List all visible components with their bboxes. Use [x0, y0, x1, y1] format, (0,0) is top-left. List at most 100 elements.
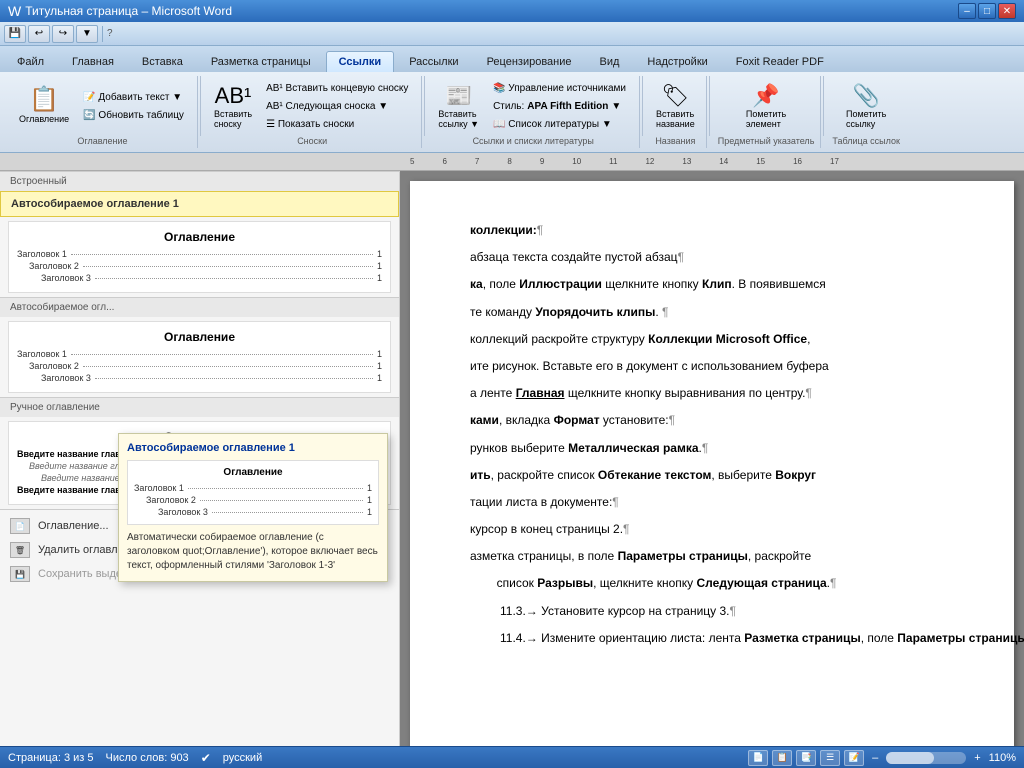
mark-entry-button[interactable]: 📌 Пометитьэлемент — [741, 80, 791, 132]
toc-label: Оглавление — [19, 114, 69, 124]
toc-settings-icon: 📄 — [10, 518, 30, 534]
auto-toc-2-title: Оглавление — [17, 330, 382, 344]
zoom-out-btn[interactable]: – — [872, 752, 878, 764]
mark-entry-icon: 📌 — [752, 83, 779, 109]
toc-entry-a2: Заголовок 2 1 — [17, 360, 382, 372]
entry-text: Заголовок 1 — [17, 249, 67, 259]
toc-entry-a1: Заголовок 1 1 — [17, 348, 382, 360]
redo-button[interactable]: ↪ — [52, 25, 74, 43]
minimize-button[interactable]: – — [958, 3, 976, 19]
separator3 — [642, 76, 643, 136]
show-footnotes-button[interactable]: ☰ Показать сноски — [259, 116, 415, 133]
next-footnote-button[interactable]: AB¹ Следующая сноска ▼ — [259, 98, 415, 115]
web-layout-btn[interactable]: 📑 — [796, 750, 816, 766]
restore-button[interactable]: □ — [978, 3, 996, 19]
dots — [188, 488, 363, 489]
style-selector[interactable]: Стиль: APA Fifth Edition ▼ — [486, 98, 633, 115]
mark-citation-button[interactable]: 📎 Пометитьссылку — [841, 80, 891, 132]
page-info: Страница: 3 из 5 — [8, 752, 94, 764]
title-bar-left: W Титульная страница – Microsoft Word — [8, 3, 232, 19]
insert-citation-button[interactable]: 📰 Вставитьссылку ▼ — [433, 80, 484, 132]
group-index: 📌 Пометитьэлемент Предметный указатель — [712, 76, 822, 148]
auto-toc-2-preview[interactable]: Оглавление Заголовок 1 1 Заголовок 2 1 З… — [8, 321, 391, 393]
auto-toc-1-header[interactable]: Автособираемое оглавление 1 — [0, 191, 399, 217]
tab-foxit[interactable]: Foxit Reader PDF — [723, 51, 837, 72]
entry-page: 1 — [377, 361, 382, 371]
insert-caption-button[interactable]: 🏷 Вставитьназвание — [651, 80, 700, 132]
update-table-button[interactable]: 🔄 Обновить таблицу — [76, 107, 191, 124]
popup-preview: Оглавление Заголовок 1 1 Заголовок 2 1 З… — [127, 460, 379, 525]
mark-entry-label: Пометитьэлемент — [746, 109, 786, 129]
separator2 — [424, 76, 425, 136]
ruler: 567891011121314151617 — [0, 153, 1024, 171]
toc-entry-a3: Заголовок 3 1 — [17, 372, 382, 384]
entry-text: Заголовок 3 — [41, 373, 91, 383]
entry-page: 1 — [377, 373, 382, 383]
insert-endnote-button[interactable]: AB¹ Вставить концевую сноску — [259, 80, 415, 97]
outline-btn[interactable]: ☰ — [820, 750, 840, 766]
para-16: 11.4.→ Измените ориентацию листа: лента … — [470, 629, 954, 648]
group-toc-inner: 📋 Оглавление 📝 Добавить текст ▼ 🔄 Обнови… — [14, 78, 191, 134]
popup-entry-2: Заголовок 2 1 — [134, 494, 372, 506]
save-toc-icon: 💾 — [10, 566, 30, 582]
separator5 — [823, 76, 824, 136]
entry-text: Заголовок 3 — [158, 507, 208, 517]
ribbon: Файл Главная Вставка Разметка страницы С… — [0, 46, 1024, 153]
dots — [83, 266, 373, 267]
group-footnotes-inner: AB¹ Вставитьсноску AB¹ Вставить концевую… — [209, 78, 415, 134]
tab-review[interactable]: Рецензирование — [474, 51, 585, 72]
zoom-in-btn[interactable]: + — [974, 752, 980, 764]
tab-references[interactable]: Ссылки — [326, 51, 395, 72]
manage-sources-button[interactable]: 📚 Управление источниками — [486, 80, 633, 97]
entry-text: Заголовок 1 — [134, 483, 184, 493]
group-index-inner: 📌 Пометитьэлемент — [741, 78, 791, 134]
status-bar: Страница: 3 из 5 Число слов: 903 ✔ русск… — [0, 746, 1024, 768]
insert-footnote-label: Вставитьсноску — [214, 109, 252, 129]
draft-btn[interactable]: 📝 — [844, 750, 864, 766]
status-right: 📄 📋 📑 ☰ 📝 – + 110% — [748, 750, 1016, 766]
dots — [71, 254, 373, 255]
para-10: ить, раскройте список Обтекание текстом,… — [470, 466, 954, 485]
auto-toc-2-section-label: Автособираемое огл... — [0, 297, 399, 317]
print-layout-btn[interactable]: 📄 — [748, 750, 768, 766]
document-area[interactable]: коллекции: абзаца текста создайте пустой… — [400, 171, 1024, 746]
bibliography-button[interactable]: 📖 Список литературы ▼ — [486, 116, 633, 133]
popup-entry-3: Заголовок 3 1 — [134, 506, 372, 518]
tab-home[interactable]: Главная — [59, 51, 127, 72]
help-button[interactable]: ? — [107, 28, 113, 39]
separator4 — [709, 76, 710, 136]
builtin-label: Встроенный — [0, 171, 399, 191]
entry-page: 1 — [377, 261, 382, 271]
auto-toc-1-preview[interactable]: Оглавление Заголовок 1 1 Заголовок 2 1 З… — [8, 221, 391, 293]
spell-check-icon[interactable]: ✔ — [201, 751, 211, 765]
toc-entry-1: Заголовок 1 1 — [17, 248, 382, 260]
tab-page-layout[interactable]: Разметка страницы — [198, 51, 324, 72]
tab-addins[interactable]: Надстройки — [634, 51, 720, 72]
group-citations-label: Ссылки и списки литературы — [473, 134, 594, 146]
dots — [71, 354, 373, 355]
insert-footnote-button[interactable]: AB¹ Вставитьсноску — [209, 80, 257, 132]
toc-settings-label: Оглавление... — [38, 520, 109, 532]
save-button[interactable]: 💾 — [4, 25, 26, 43]
footnotes-small: AB¹ Вставить концевую сноску AB¹ Следующ… — [259, 80, 415, 133]
close-button[interactable]: ✕ — [998, 3, 1016, 19]
undo-button[interactable]: ↩ — [28, 25, 50, 43]
zoom-slider[interactable] — [886, 752, 966, 764]
group-citations: 📰 Вставитьссылку ▼ 📚 Управление источник… — [427, 76, 640, 148]
title-text: Титульная страница – Microsoft Word — [25, 4, 232, 18]
para-4: те команду Упорядочить клипы. — [470, 303, 954, 322]
group-captions-inner: 🏷 Вставитьназвание — [651, 78, 700, 134]
customize-button[interactable]: ▼ — [76, 25, 98, 43]
tab-file[interactable]: Файл — [4, 51, 57, 72]
tab-mailings[interactable]: Рассылки — [396, 51, 471, 72]
full-screen-btn[interactable]: 📋 — [772, 750, 792, 766]
caption-icon: 🏷 — [661, 83, 689, 109]
tab-view[interactable]: Вид — [587, 51, 633, 72]
add-text-button[interactable]: 📝 Добавить текст ▼ — [76, 89, 191, 106]
toc-button[interactable]: 📋 Оглавление — [14, 85, 74, 127]
popup-entry-1: Заголовок 1 1 — [134, 482, 372, 494]
group-toa-inner: 📎 Пометитьссылку — [841, 78, 891, 134]
para-11: тации листа в документе: — [470, 493, 954, 512]
dots — [95, 278, 373, 279]
tab-insert[interactable]: Вставка — [129, 51, 196, 72]
